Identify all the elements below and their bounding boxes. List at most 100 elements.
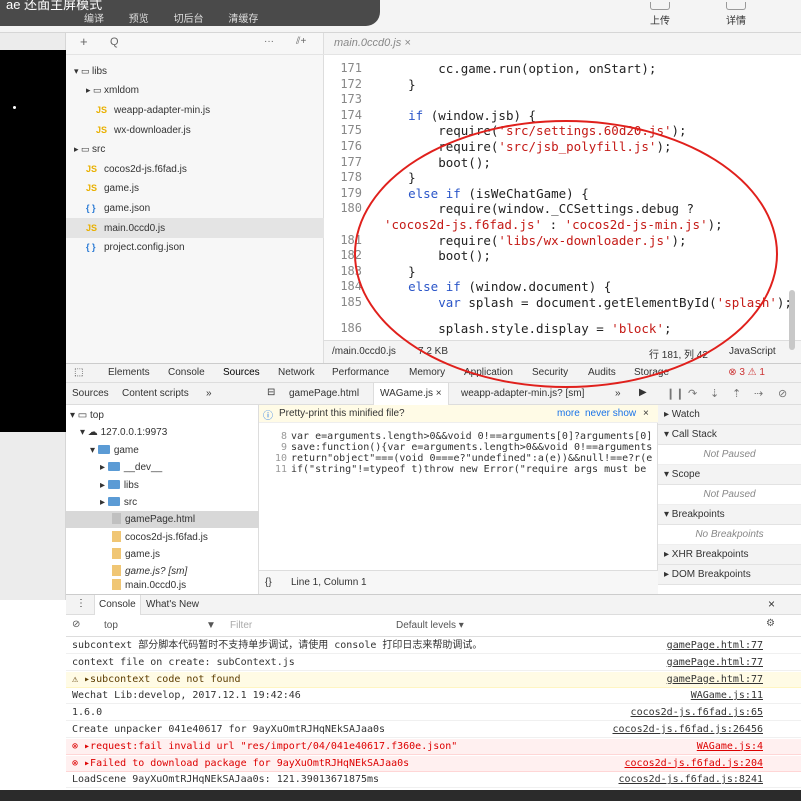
section-xhr-breakpoints[interactable]: ▸ XHR Breakpoints [658,545,801,565]
details-button[interactable]: 详情 [716,2,756,27]
tab-security[interactable]: Security [532,367,568,378]
line-number: 177 [340,154,362,169]
deactivate-breakpoints-icon[interactable]: ⊘ [778,387,787,400]
console-source-link[interactable]: WAGame.js:11 [691,688,763,704]
tab-whats-new[interactable]: What's New [146,599,199,610]
console-source-link[interactable]: WAGame.js:4 [697,739,763,755]
source-tree-cocos2d[interactable]: cocos2d-js.f6fad.js [112,529,208,546]
console-source-link[interactable]: cocos2d-js.f6fad.js:26456 [612,722,763,738]
tab-memory[interactable]: Memory [409,367,445,378]
close-icon[interactable]: × [643,408,649,419]
step-out-icon[interactable]: ⇡ [732,387,741,400]
code-editor[interactable]: main.0ccd0.js × 171 cc.game.run(option, … [324,33,801,363]
more-editor-tabs-icon[interactable]: » [615,388,621,399]
tab-application[interactable]: Application [464,367,513,378]
js-file-icon: JS [96,105,108,115]
code-line: if (window.jsb) { [408,107,537,123]
filter-input[interactable]: Filter [230,620,252,631]
tab-audits[interactable]: Audits [588,367,616,378]
console-source-link[interactable]: gamePage.html:77 [667,638,763,654]
source-tree-gamepage[interactable]: gamePage.html [66,511,259,528]
toggle-navigator-icon[interactable]: ⊟ [267,387,275,398]
source-tree-game-js-sm[interactable]: game.js? [sm] [112,563,187,580]
source-tree-main-js[interactable]: main.0ccd0.js [112,579,186,593]
tab-sources[interactable]: Sources [223,367,260,378]
tab-storage[interactable]: Storage [634,367,669,378]
source-tree-libs[interactable]: ▸ libs [100,477,139,494]
tree-item-wx-downloader[interactable]: JS wx-downloader.js [96,120,191,140]
folder-icon: ▸ ▭ [74,144,90,154]
source-tree-dev[interactable]: ▸ __dev__ [100,459,162,476]
js-file-icon [112,579,121,590]
more-tabs-icon[interactable]: » [206,388,212,399]
section-breakpoints[interactable]: ▾ Breakpoints [658,505,801,525]
source-tree-host[interactable]: ▾ ☁ 127.0.0.1:9973 [80,424,167,441]
context-dropdown-icon[interactable]: ▼ [206,620,216,631]
source-tree-top[interactable]: ▾ ▭ top [70,407,104,424]
inspect-icon[interactable]: ⬚ [74,367,83,378]
clear-console-icon[interactable]: ⊘ [72,619,80,630]
console-source-link[interactable]: cocos2d-js.f6fad.js:65 [631,705,763,721]
background-button[interactable]: 切后台 [174,14,204,25]
context-select[interactable]: top [104,620,118,631]
pretty-print-icon[interactable]: {} [265,577,272,588]
pause-icon[interactable]: ❙❙ [666,387,684,400]
source-tree-game-js[interactable]: game.js [112,546,160,563]
step-over-icon[interactable]: ↷ [688,387,697,400]
upload-button[interactable]: 上传 [640,2,680,27]
tab-content-scripts[interactable]: Content scripts [122,388,189,399]
compile-button[interactable]: 编译 [84,14,104,25]
editor-scrollbar[interactable] [789,290,795,350]
tab-network[interactable]: Network [278,367,315,378]
toggle-debugger-icon[interactable]: ▶ [639,387,647,398]
close-drawer-icon[interactable]: × [768,597,775,611]
split-icon[interactable]: ⫽+ [296,36,306,47]
tab-console[interactable]: Console [168,367,205,378]
section-dom-breakpoints[interactable]: ▸ DOM Breakpoints [658,565,801,585]
tab-wagame[interactable]: WAGame.js × [373,383,449,405]
tree-item-weapp-adapter[interactable]: JS weapp-adapter-min.js [96,100,210,120]
tab-sources-nav[interactable]: Sources [72,388,109,399]
step-into-icon[interactable]: ⇣ [710,387,719,400]
tab-gamepage[interactable]: gamePage.html [289,388,359,399]
folder-icon [107,497,120,506]
console-source-link[interactable]: gamePage.html:77 [667,672,763,688]
tree-item-cocos2d[interactable]: JS cocos2d-js.f6fad.js [86,159,187,179]
tab-performance[interactable]: Performance [332,367,389,378]
console-settings-icon[interactable]: ⚙ [766,618,775,629]
error-warning-counts[interactable]: ⊗ 3 ⚠ 1 [728,367,765,378]
breakpoints-empty: No Breakpoints [658,525,801,545]
source-tree-src[interactable]: ▸ src [100,494,137,511]
more-icon[interactable]: ··· [264,36,274,47]
tree-item-project-config[interactable]: { } project.config.json [86,237,185,257]
section-call-stack[interactable]: ▾ Call Stack [658,425,801,445]
clear-cache-button[interactable]: 清缓存 [228,14,258,25]
console-source-link[interactable]: cocos2d-js.f6fad.js:8241 [619,772,764,788]
source-tree-game[interactable]: ▾ game [90,442,139,459]
step-icon[interactable]: ⇢ [754,387,763,400]
tree-item-game-js[interactable]: JS game.js [86,178,139,198]
tree-item-libs[interactable]: ▾ ▭ libs [74,61,107,81]
log-levels-select[interactable]: Default levels ▾ [396,620,464,631]
preview-button[interactable]: 预览 [129,14,149,25]
simulator-screen[interactable] [0,50,66,432]
tab-elements[interactable]: Elements [108,367,150,378]
search-icon[interactable]: Q [110,36,119,48]
console-source-link[interactable]: cocos2d-js.f6fad.js:204 [625,756,763,772]
section-scope[interactable]: ▾ Scope [658,465,801,485]
section-watch[interactable]: ▸ Watch [658,405,801,425]
tree-item-xmldom[interactable]: ▸ ▭ xmldom [86,80,139,100]
console-row: 1.6.0 cocos2d-js.f6fad.js:65 [66,705,801,722]
tab-console-drawer[interactable]: Console [94,595,141,615]
add-file-icon[interactable]: + [80,34,88,49]
tree-item-main-js[interactable]: JS main.0ccd0.js [66,218,324,238]
tree-item-game-json[interactable]: { } game.json [86,198,150,218]
console-source-link[interactable]: gamePage.html:77 [667,655,763,671]
editor-tab[interactable]: main.0ccd0.js × [334,37,411,49]
tab-weapp-adapter[interactable]: weapp-adapter-min.js? [sm] [461,388,584,399]
console-row: ⊗ ▸request:fail invalid url "res/import/… [66,738,801,755]
pretty-print-more-link[interactable]: more [557,408,580,419]
pretty-print-never-link[interactable]: never show [585,408,636,419]
drawer-menu-icon[interactable]: ⋮ [76,598,86,609]
tree-item-src[interactable]: ▸ ▭ src [74,139,105,159]
